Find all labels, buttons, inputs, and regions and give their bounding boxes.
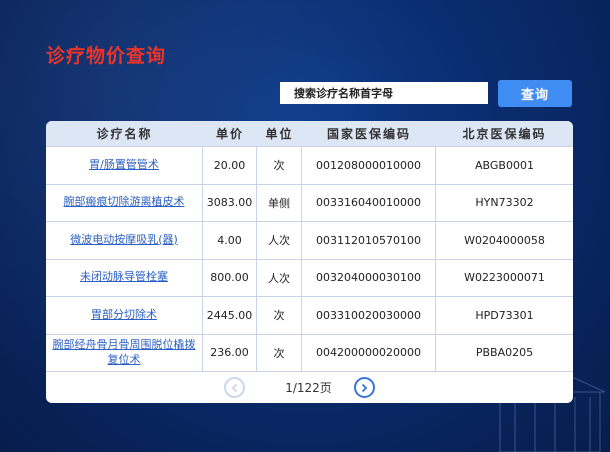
item-national-code: 001208000010000 [302,147,436,184]
page-title: 诊疗物价查询 [46,45,167,67]
item-price: 2445.00 [203,297,257,334]
item-price: 4.00 [203,222,257,259]
search-input[interactable]: 搜索诊疗名称首字母 [280,82,488,104]
search-button[interactable]: 查询 [498,80,572,107]
item-name-link[interactable]: 腕部经舟骨月骨周围脱位橇拨复位术 [46,334,203,371]
item-beijing-code: HPD73301 [475,308,534,322]
table-body: 胃/肠置管管术 20.00 次 001208000010000 ABGB0001… [46,146,573,372]
page-indicator: 1/122页 [285,381,332,395]
next-page-button[interactable] [353,377,375,398]
item-national-code: 003310020030000 [302,297,436,334]
item-unit: 次 [257,334,302,371]
table-header: 诊疗名称 单价 单位 国家医保编码 北京医保编码 [46,121,573,146]
header-name: 诊疗名称 [96,127,153,141]
item-price: 3083.00 [203,184,257,221]
item-name-link[interactable]: 腕部瘢痕切除游离植皮术 [46,184,203,221]
item-unit: 人次 [257,259,302,296]
table-row: 未闭动脉导管栓塞 800.00 人次 003204000030100 W0223… [46,259,573,297]
chevron-right-icon [362,383,368,392]
item-price: 800.00 [203,259,257,296]
table-row: 腕部瘢痕切除游离植皮术 3083.00 单侧 003316040010000 H… [46,184,573,222]
item-beijing-code: PBBA0205 [475,346,534,360]
item-beijing-code: ABGB0001 [475,158,534,172]
item-national-code: 003316040010000 [302,184,436,221]
pagination: 1/122页 [46,372,573,403]
item-price: 20.00 [203,147,257,184]
table-row: 微波电动按摩吸乳(器) 4.00 人次 003112010570100 W020… [46,222,573,260]
table-row: 胃/肠置管管术 20.00 次 001208000010000 ABGB0001 [46,147,573,185]
item-national-code: 003112010570100 [302,222,436,259]
item-national-code: 003204000030100 [302,259,436,296]
header-beijing-code: 北京医保编码 [462,127,547,141]
chevron-left-icon [231,383,237,392]
item-unit: 单侧 [257,184,302,221]
item-unit: 人次 [257,222,302,259]
item-name-link[interactable]: 微波电动按摩吸乳(器) [46,222,203,259]
header-price: 单价 [215,127,244,141]
table-row: 腕部经舟骨月骨周围脱位橇拨复位术 236.00 次 00420000002000… [46,334,573,372]
item-price: 236.00 [203,334,257,371]
results-panel: 诊疗名称 单价 单位 国家医保编码 北京医保编码 胃/肠置管管术 20.00 次… [46,121,573,403]
header-unit: 单位 [265,127,294,141]
item-beijing-code: W0204000058 [464,233,545,247]
prev-page-button[interactable] [224,377,246,398]
item-beijing-code: HYN73302 [475,196,534,210]
item-name-link[interactable]: 胃部分切除术 [46,297,203,334]
item-name-link[interactable]: 胃/肠置管管术 [46,147,203,184]
item-name-link[interactable]: 未闭动脉导管栓塞 [46,259,203,296]
item-national-code: 004200000020000 [302,334,436,371]
item-beijing-code: W0223000071 [464,271,545,285]
header-national-code: 国家医保编码 [326,127,411,141]
table-row: 胃部分切除术 2445.00 次 003310020030000 HPD7330… [46,297,573,335]
item-unit: 次 [257,147,302,184]
item-unit: 次 [257,297,302,334]
